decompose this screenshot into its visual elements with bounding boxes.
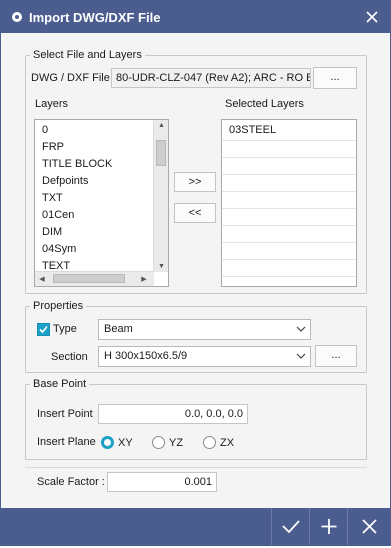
plane-yz-radio[interactable]	[152, 436, 165, 449]
dialog-title: Import DWG/DXF File	[29, 10, 161, 25]
row-divider	[222, 259, 356, 260]
layers-list[interactable]: 0 FRP TITLE BLOCK Defpoints TXT 01Cen DI…	[34, 119, 169, 287]
close-button[interactable]	[360, 5, 384, 29]
list-item[interactable]: 01Cen	[35, 207, 168, 224]
check-icon	[282, 520, 300, 534]
section-label: Section	[51, 351, 88, 363]
file-label: DWG / DXF File	[31, 72, 110, 84]
scroll-thumb[interactable]	[53, 274, 125, 283]
section-select-value: H 300x150x6.5/9	[104, 350, 188, 362]
title-bar[interactable]: Import DWG/DXF File	[1, 1, 390, 33]
type-select-value: Beam	[104, 323, 133, 335]
row-divider	[222, 208, 356, 209]
plane-zx-label: ZX	[220, 437, 235, 449]
row-divider	[222, 225, 356, 226]
list-item[interactable]: 03STEEL	[222, 122, 356, 139]
chevron-down-icon	[296, 326, 306, 332]
scale-factor-label: Scale Factor :	[37, 476, 105, 488]
cancel-button[interactable]	[347, 508, 390, 545]
close-icon	[366, 11, 378, 23]
plus-icon	[321, 519, 337, 534]
scale-factor-field[interactable]: 0.001	[107, 472, 217, 492]
row-divider	[222, 157, 356, 158]
section-select[interactable]: H 300x150x6.5/9	[98, 346, 311, 367]
scroll-up-icon[interactable]: ▲	[154, 122, 168, 129]
footer-bar	[1, 508, 390, 545]
plane-zx-radio[interactable]	[203, 436, 216, 449]
add-button[interactable]	[309, 508, 347, 545]
properties-legend: Properties	[33, 300, 84, 312]
list-item[interactable]: TXT	[35, 190, 168, 207]
base-point-legend: Base Point	[33, 378, 87, 390]
browse-file-button[interactable]: ...	[313, 67, 357, 89]
list-item[interactable]: TITLE BLOCK	[35, 156, 168, 173]
row-divider	[222, 276, 356, 277]
insert-point-field[interactable]: 0.0, 0.0, 0.0	[98, 404, 248, 424]
row-divider	[222, 140, 356, 141]
scroll-down-icon[interactable]: ▼	[154, 263, 168, 270]
file-layers-legend: Select File and Layers	[33, 49, 142, 61]
add-layer-button[interactable]: >>	[174, 172, 216, 192]
row-divider	[222, 191, 356, 192]
row-divider	[222, 242, 356, 243]
plane-yz-label: YZ	[169, 437, 184, 449]
plane-xy-radio[interactable]	[101, 436, 114, 449]
gear-icon	[12, 12, 22, 22]
layers-horizontal-scrollbar[interactable]: ◀ ▶	[35, 271, 154, 286]
layers-label: Layers	[35, 98, 69, 110]
selected-layers-label: Selected Layers	[225, 98, 304, 110]
confirm-button[interactable]	[271, 508, 309, 545]
check-icon	[39, 325, 48, 334]
scroll-left-icon[interactable]: ◀	[37, 275, 47, 283]
row-divider	[222, 174, 356, 175]
type-checkbox[interactable]	[37, 323, 50, 336]
layers-vertical-scrollbar[interactable]: ▲ ▼	[153, 120, 168, 272]
type-select[interactable]: Beam	[98, 319, 311, 340]
plane-xy-label: XY	[118, 437, 133, 449]
import-dialog: Import DWG/DXF File Select File and Laye…	[0, 0, 391, 546]
list-item[interactable]: Defpoints	[35, 173, 168, 190]
scroll-right-icon[interactable]: ▶	[139, 275, 149, 283]
list-item[interactable]: FRP	[35, 139, 168, 156]
insert-plane-label: Insert Plane	[37, 436, 96, 448]
list-item[interactable]: 0	[35, 122, 168, 139]
selected-layers-list[interactable]: 03STEEL	[221, 119, 357, 287]
section-browse-button[interactable]: ...	[315, 345, 357, 367]
close-icon	[362, 519, 377, 534]
type-label: Type	[53, 323, 77, 335]
scroll-thumb[interactable]	[156, 140, 166, 166]
file-path-field[interactable]: 80-UDR-CLZ-047 (Rev A2); ARC - RO Bu	[111, 68, 311, 88]
list-item[interactable]: DIM	[35, 224, 168, 241]
insert-point-label: Insert Point	[37, 408, 93, 420]
remove-layer-button[interactable]: <<	[174, 203, 216, 223]
list-item[interactable]: 04Sym	[35, 241, 168, 258]
chevron-down-icon	[296, 353, 306, 359]
